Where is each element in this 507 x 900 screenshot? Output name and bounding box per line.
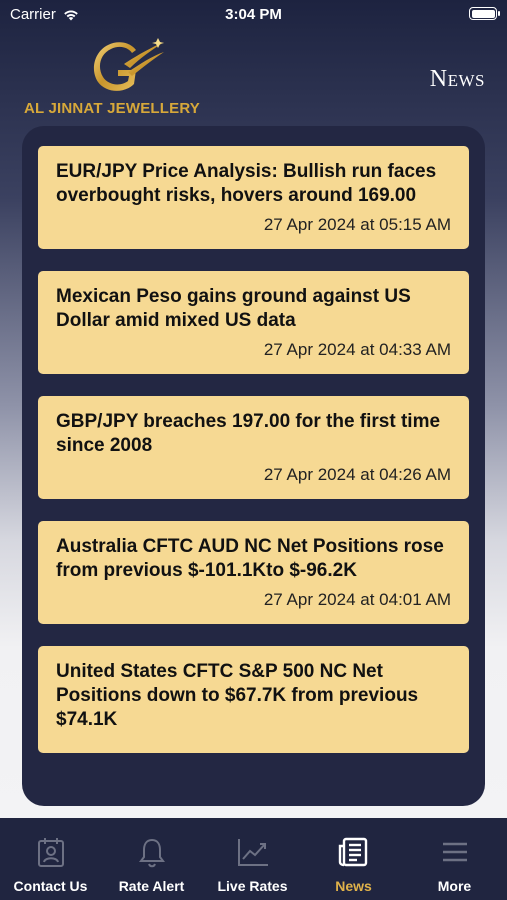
news-list: EUR/JPY Price Analysis: Bullish run face… — [38, 146, 469, 775]
news-title: EUR/JPY Price Analysis: Bullish run face… — [56, 161, 437, 206]
status-bar: Carrier 3:04 PM — [0, 0, 507, 30]
battery-icon — [469, 7, 500, 20]
bell-icon — [138, 838, 165, 868]
tab-label: Contact Us — [13, 878, 88, 894]
tab-label: Rate Alert — [118, 878, 185, 894]
tab-live-rates[interactable]: Live Rates — [202, 818, 303, 900]
logo-mark-icon — [93, 38, 164, 91]
chart-icon — [237, 839, 268, 866]
news-date: 27 Apr 2024 at 05:15 AM — [263, 215, 451, 234]
contact-icon — [37, 838, 64, 867]
menu-icon — [442, 842, 467, 862]
tab-label: More — [437, 878, 472, 894]
news-title: United States CFTC S&P 500 NC Net Positi… — [56, 661, 419, 730]
page-title: News — [429, 66, 485, 92]
news-title: Mexican Peso gains ground against US Dol… — [56, 286, 411, 331]
news-card[interactable]: United States CFTC S&P 500 NC Net Positi… — [38, 646, 469, 753]
brand-name: AL JINNAT JEWELLERY — [23, 100, 201, 117]
bottom-tab-bar: Contact Us Rate Alert Live Rates News Mo… — [0, 818, 507, 900]
news-icon — [338, 837, 367, 867]
tab-label: News — [335, 878, 372, 894]
news-title: Australia CFTC AUD NC Net Positions rose… — [56, 536, 444, 581]
news-date: 27 Apr 2024 at 04:01 AM — [263, 590, 451, 609]
news-title: GBP/JPY breaches 197.00 for the first ti… — [56, 411, 441, 456]
tab-news[interactable]: News — [303, 818, 404, 900]
news-date: 27 Apr 2024 at 04:26 AM — [263, 465, 451, 484]
news-card[interactable]: GBP/JPY breaches 197.00 for the first ti… — [38, 396, 469, 499]
news-panel: EUR/JPY Price Analysis: Bullish run face… — [22, 126, 485, 806]
news-card[interactable]: Australia CFTC AUD NC Net Positions rose… — [38, 521, 469, 624]
news-card[interactable]: Mexican Peso gains ground against US Dol… — [38, 271, 469, 374]
tab-more[interactable]: More — [404, 818, 505, 900]
brand-logo: AL JINNAT JEWELLERY — [22, 36, 202, 122]
news-date: 27 Apr 2024 at 04:33 AM — [263, 340, 451, 359]
tab-rate-alert[interactable]: Rate Alert — [101, 818, 202, 900]
clock: 3:04 PM — [225, 6, 282, 23]
tab-contact-us[interactable]: Contact Us — [0, 818, 101, 900]
tab-label: Live Rates — [217, 878, 288, 894]
news-card[interactable]: EUR/JPY Price Analysis: Bullish run face… — [38, 146, 469, 249]
